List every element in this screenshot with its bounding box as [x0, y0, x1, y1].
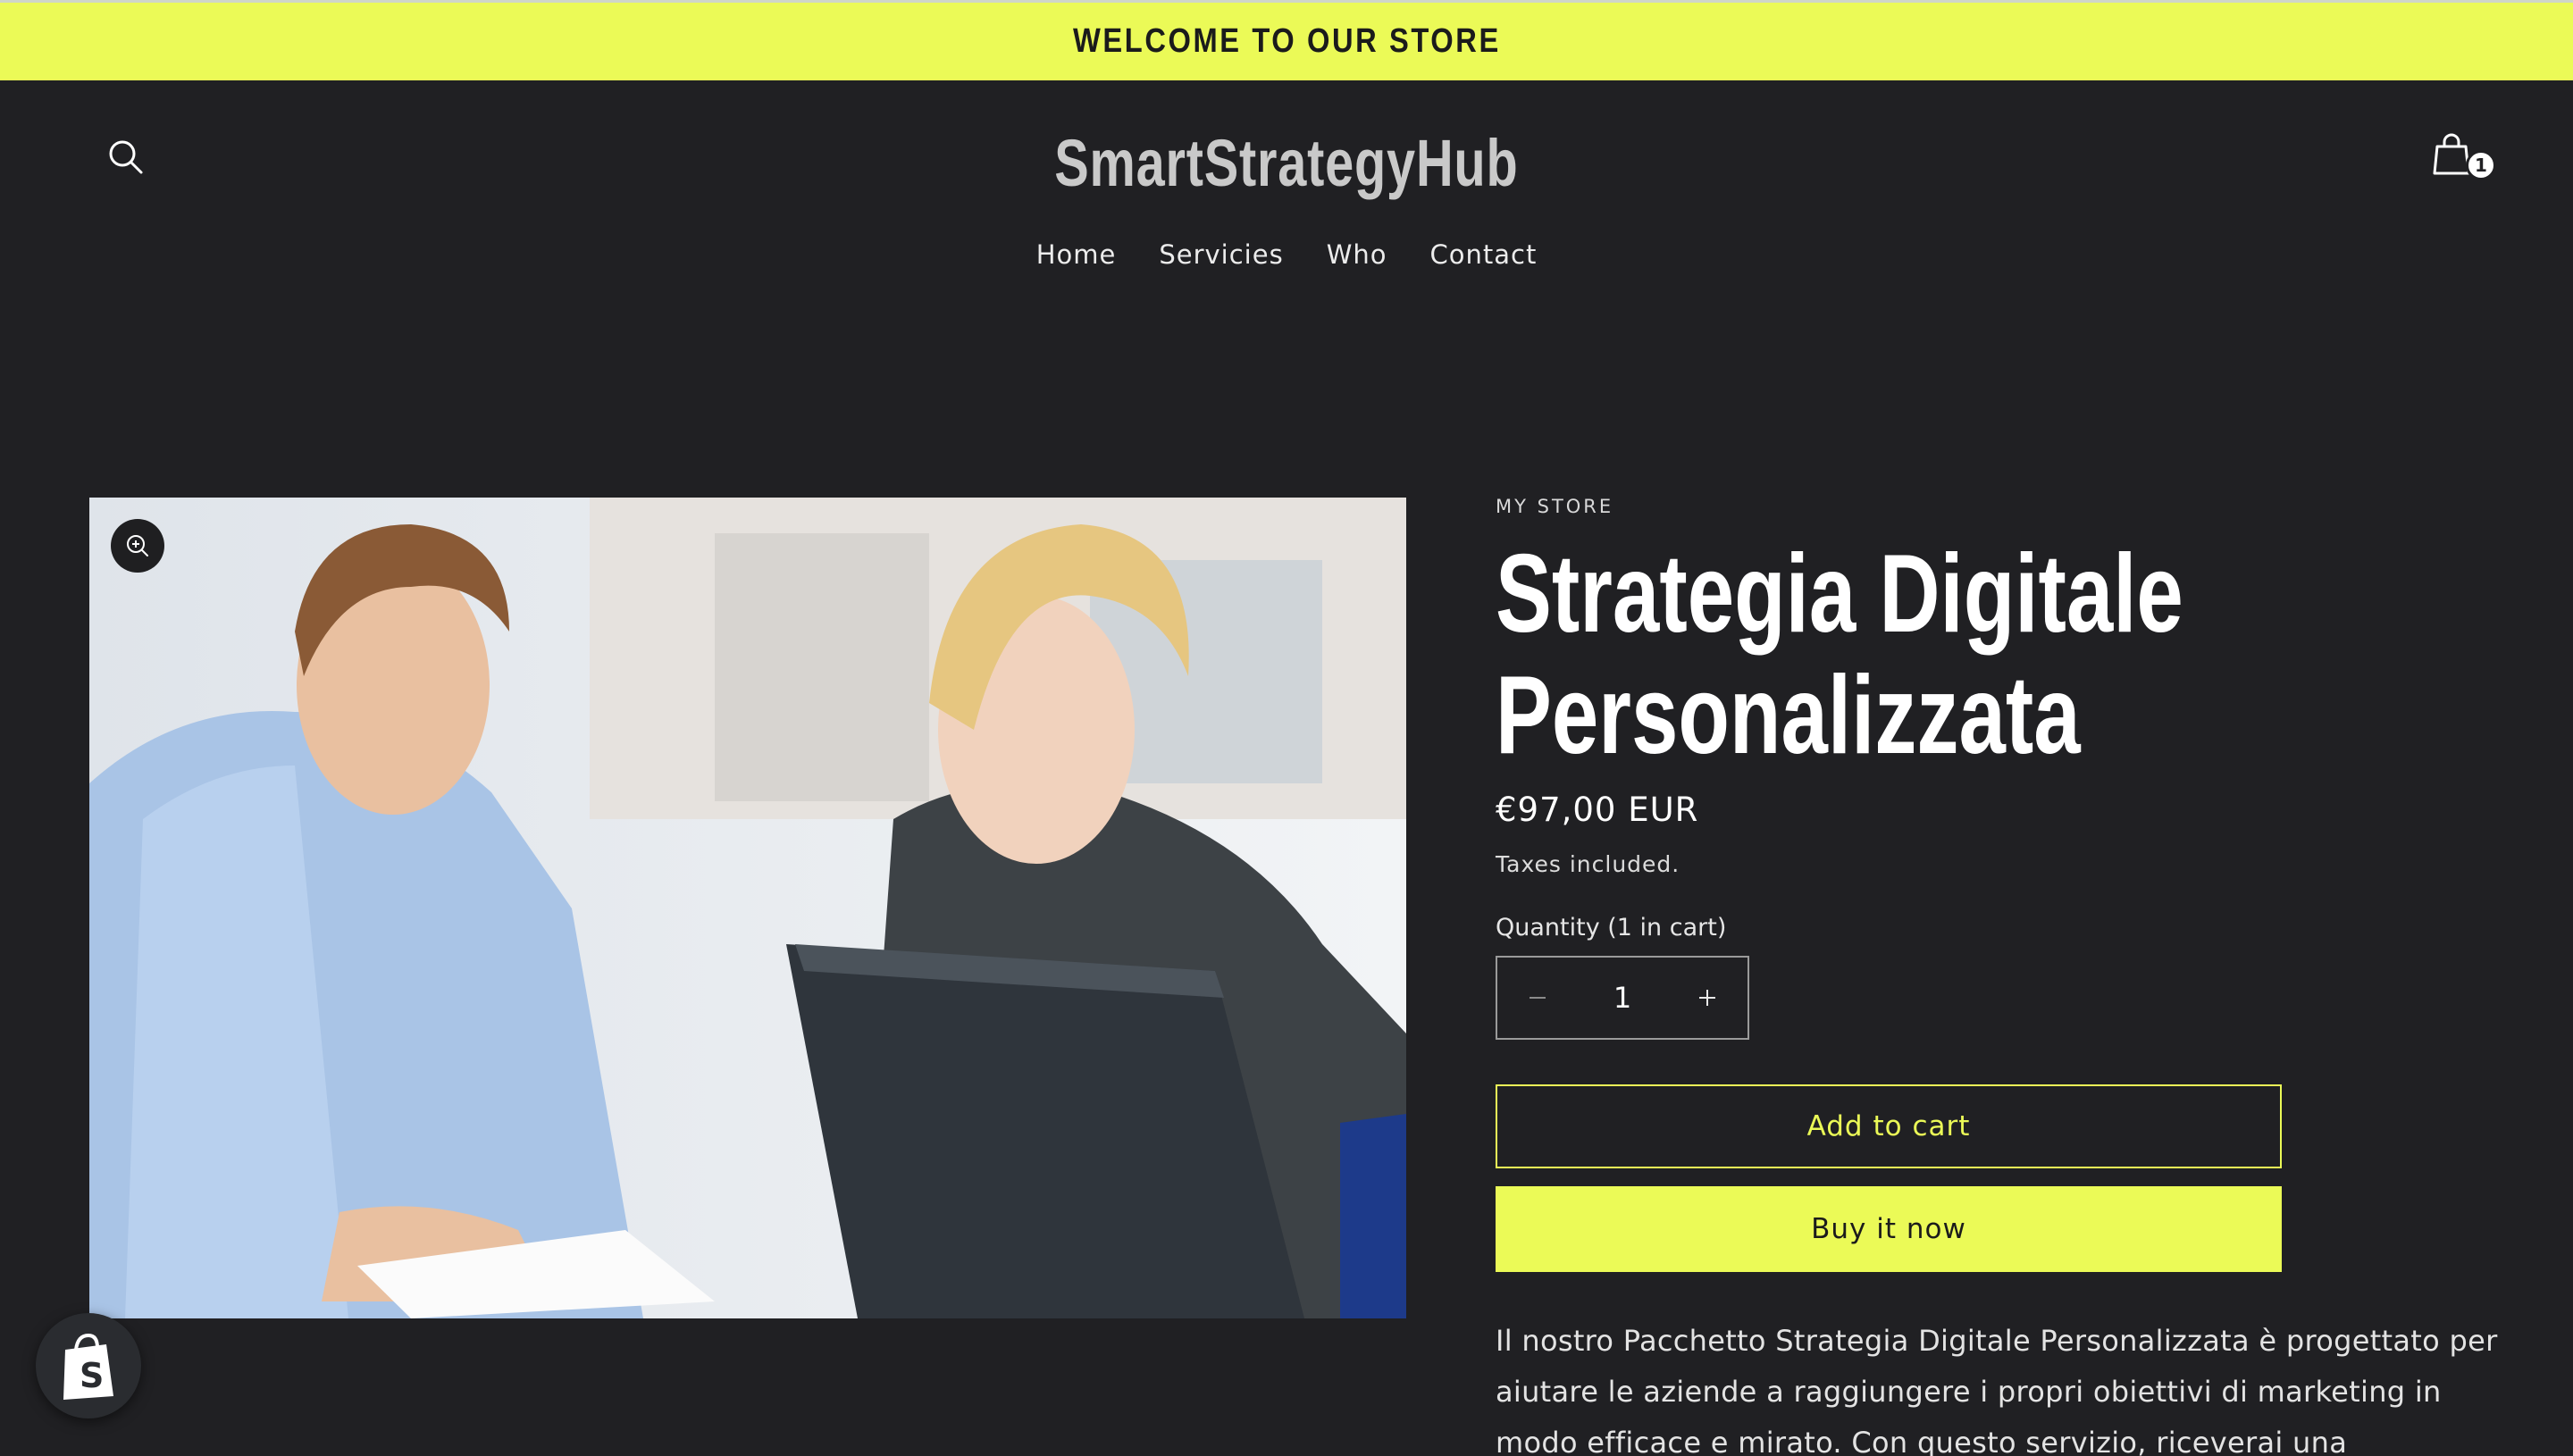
quantity-decrease-button[interactable]: [1497, 958, 1578, 1038]
product-title: Strategia Digitale Personalizzata: [1496, 532, 2183, 777]
buy-now-button[interactable]: Buy it now: [1496, 1186, 2282, 1272]
product-vendor: MY STORE: [1496, 496, 1614, 517]
site-logo: SmartStrategyHub: [0, 125, 2573, 201]
product-info: MY STORE Strategia Digitale Personalizza…: [1496, 496, 2497, 1456]
svg-text:S: S: [80, 1356, 104, 1395]
product-photo: [89, 498, 1406, 1318]
cart-count-badge: 1: [2466, 150, 2496, 180]
zoom-in-icon: [127, 535, 148, 556]
product-image[interactable]: [89, 498, 1406, 1318]
quantity-input[interactable]: [1582, 981, 1663, 1015]
minus-icon: [1530, 997, 1546, 999]
main-nav: Home Servicies Who Contact: [0, 239, 2573, 270]
cart-button[interactable]: 1: [2426, 127, 2496, 191]
logo-link[interactable]: SmartStrategyHub: [1054, 125, 1518, 201]
quantity-increase-button[interactable]: [1667, 958, 1747, 1038]
product-price: €97,00 EUR: [1496, 791, 1699, 829]
shopify-bag-icon: S: [63, 1333, 113, 1400]
tax-note: Taxes included.: [1496, 851, 1680, 877]
announcement-bar: WELCOME TO OUR STORE: [0, 0, 2573, 80]
nav-item-contact[interactable]: Contact: [1429, 239, 1537, 270]
add-to-cart-button[interactable]: Add to cart: [1496, 1084, 2282, 1168]
announcement-text: WELCOME TO OUR STORE: [1072, 22, 1501, 60]
quantity-label: Quantity (1 in cart): [1496, 914, 1727, 941]
nav-item-who[interactable]: Who: [1327, 239, 1387, 270]
site-header: SmartStrategyHub 1 Home Servicies Who Co…: [0, 80, 2573, 304]
shopify-badge[interactable]: S: [36, 1313, 141, 1418]
nav-item-home[interactable]: Home: [1036, 239, 1117, 270]
nav-item-servicies[interactable]: Servicies: [1159, 239, 1283, 270]
quantity-stepper: [1496, 956, 1749, 1040]
zoom-button[interactable]: [111, 519, 164, 573]
plus-icon: [1699, 990, 1715, 1006]
product-description: Il nostro Pacchetto Strategia Digitale P…: [1496, 1324, 2498, 1456]
